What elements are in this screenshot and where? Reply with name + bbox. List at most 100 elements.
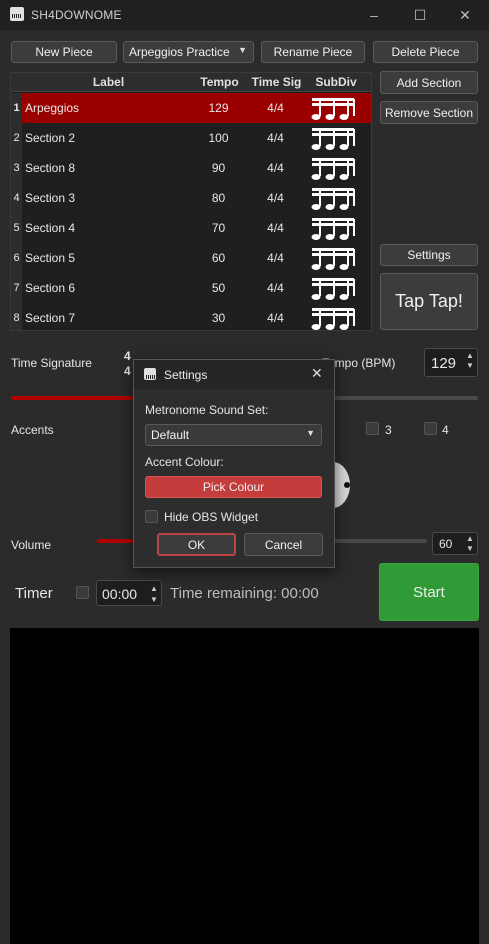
spin-arrows-icon[interactable]: ▲ ▼ bbox=[465, 534, 475, 554]
timer-checkbox[interactable] bbox=[76, 586, 89, 599]
cancel-button[interactable]: Cancel bbox=[244, 533, 323, 556]
accents-label: Accents bbox=[11, 423, 54, 437]
timer-spinbox[interactable]: 00:00 ▲ ▼ bbox=[96, 580, 162, 606]
remove-section-button[interactable]: Remove Section bbox=[380, 101, 478, 124]
piece-select-value: Arpeggios Practice bbox=[129, 45, 230, 59]
header-tempo: Tempo bbox=[200, 75, 239, 89]
volume-slider-fill bbox=[97, 539, 137, 543]
row-number: 2 bbox=[11, 123, 22, 153]
sound-set-label: Metronome Sound Set: bbox=[145, 403, 269, 417]
sections-table[interactable]: Label Tempo Time Sig SubDiv 1 Arpeggios 12… bbox=[10, 72, 372, 331]
table-row[interactable]: 2 Section 2 100 4/4 bbox=[11, 123, 371, 153]
accent-4-checkbox[interactable] bbox=[424, 422, 437, 435]
piece-select[interactable]: Arpeggios Practice ▼ bbox=[123, 41, 254, 63]
table-row[interactable]: 8 Section 7 30 4/4 bbox=[11, 303, 371, 330]
accent-4-label: 4 bbox=[442, 423, 449, 437]
close-icon[interactable]: ✕ bbox=[453, 4, 477, 26]
sixteenth-notes-icon bbox=[310, 277, 356, 301]
delete-piece-button[interactable]: Delete Piece bbox=[373, 41, 478, 63]
tempo-value: 129 bbox=[431, 355, 457, 372]
spin-arrows-icon[interactable]: ▲ ▼ bbox=[149, 583, 159, 605]
dialog-title-bar: Settings ✕ bbox=[134, 360, 334, 389]
tap-tempo-button[interactable]: Tap Tap! bbox=[380, 273, 478, 330]
app-icon bbox=[10, 7, 24, 21]
sixteenth-notes-icon bbox=[310, 97, 356, 121]
accent-colour-label: Accent Colour: bbox=[145, 455, 224, 469]
row-time-sig: 4/4 bbox=[267, 131, 284, 145]
row-number: 1 bbox=[11, 93, 22, 123]
hide-obs-checkbox[interactable] bbox=[145, 510, 158, 523]
header-label: Label bbox=[92, 75, 125, 89]
maximize-icon[interactable]: ☐ bbox=[408, 4, 432, 26]
tempo-spinbox[interactable]: 129 ▲ ▼ bbox=[424, 348, 478, 377]
rename-piece-button[interactable]: Rename Piece bbox=[261, 41, 365, 63]
table-row[interactable]: 4 Section 3 80 4/4 bbox=[11, 183, 371, 213]
row-number: 8 bbox=[11, 303, 22, 330]
dialog-title: Settings bbox=[164, 368, 208, 382]
tempo-slider-fill bbox=[11, 396, 133, 400]
time-signature-label: Time Signature bbox=[11, 356, 92, 370]
row-time-sig: 4/4 bbox=[267, 221, 284, 235]
row-time-sig: 4/4 bbox=[267, 251, 284, 265]
hide-obs-label: Hide OBS Widget bbox=[164, 510, 259, 524]
sixteenth-notes-icon bbox=[310, 247, 356, 271]
minimize-icon[interactable]: – bbox=[362, 4, 386, 26]
row-number: 7 bbox=[11, 273, 22, 303]
time-signature-bottom: 4 bbox=[124, 364, 131, 378]
sound-set-select[interactable]: Default ▼ bbox=[145, 424, 322, 446]
volume-label: Volume bbox=[11, 538, 52, 552]
row-tempo: 129 bbox=[208, 101, 229, 115]
settings-dialog: Settings ✕ Metronome Sound Set: Default … bbox=[133, 359, 335, 568]
row-label: Section 7 bbox=[25, 311, 76, 325]
table-header: Label Tempo Time Sig SubDiv bbox=[11, 73, 371, 92]
accent-3-checkbox[interactable] bbox=[366, 422, 379, 435]
row-label: Arpeggios bbox=[25, 101, 80, 115]
sixteenth-notes-icon bbox=[310, 157, 356, 181]
spin-arrows-icon[interactable]: ▲ ▼ bbox=[465, 351, 475, 371]
sound-set-value: Default bbox=[151, 428, 190, 442]
settings-button[interactable]: Settings bbox=[380, 244, 478, 266]
row-tempo: 90 bbox=[211, 161, 226, 175]
close-icon[interactable]: ✕ bbox=[311, 365, 323, 382]
row-time-sig: 4/4 bbox=[267, 281, 284, 295]
timer-label: Timer bbox=[15, 585, 53, 602]
row-tempo: 100 bbox=[208, 131, 229, 145]
sixteenth-notes-icon bbox=[310, 217, 356, 241]
volume-value: 60 bbox=[439, 537, 453, 551]
row-number: 5 bbox=[11, 213, 22, 243]
start-button[interactable]: Start bbox=[379, 563, 479, 621]
table-row[interactable]: 3 Section 8 90 4/4 bbox=[11, 153, 371, 183]
app-icon bbox=[144, 368, 156, 380]
obs-preview-panel bbox=[10, 628, 479, 944]
chevron-down-icon: ▼ bbox=[306, 428, 315, 438]
row-label: Section 3 bbox=[25, 191, 76, 205]
time-signature-top: 4 bbox=[124, 349, 131, 363]
table-row[interactable]: 6 Section 5 60 4/4 bbox=[11, 243, 371, 273]
new-piece-button[interactable]: New Piece bbox=[11, 41, 117, 63]
window-title: SH4DOWNOME bbox=[31, 8, 122, 22]
row-time-sig: 4/4 bbox=[267, 101, 284, 115]
row-time-sig: 4/4 bbox=[267, 311, 284, 325]
ok-button[interactable]: OK bbox=[157, 533, 236, 556]
table-row[interactable]: 5 Section 4 70 4/4 bbox=[11, 213, 371, 243]
volume-spinbox[interactable]: 60 ▲ ▼ bbox=[432, 532, 478, 555]
row-label: Section 5 bbox=[25, 251, 76, 265]
table-row[interactable]: 7 Section 6 50 4/4 bbox=[11, 273, 371, 303]
table-row[interactable]: 1 Arpeggios 129 4/4 bbox=[11, 93, 371, 123]
row-tempo: 80 bbox=[211, 191, 226, 205]
header-time-sig: Time Sig bbox=[251, 75, 302, 89]
row-time-sig: 4/4 bbox=[267, 191, 284, 205]
row-number: 4 bbox=[11, 183, 22, 213]
sixteenth-notes-icon bbox=[310, 307, 356, 330]
pick-colour-button[interactable]: Pick Colour bbox=[145, 476, 322, 498]
row-label: Section 4 bbox=[25, 221, 76, 235]
row-tempo: 30 bbox=[211, 311, 226, 325]
sixteenth-notes-icon bbox=[310, 187, 356, 211]
row-time-sig: 4/4 bbox=[267, 161, 284, 175]
time-remaining-label: Time remaining: 00:00 bbox=[170, 585, 319, 602]
row-label: Section 6 bbox=[25, 281, 76, 295]
row-label: Section 8 bbox=[25, 161, 76, 175]
sixteenth-notes-icon bbox=[310, 127, 356, 151]
row-tempo: 60 bbox=[211, 251, 226, 265]
add-section-button[interactable]: Add Section bbox=[380, 71, 478, 94]
